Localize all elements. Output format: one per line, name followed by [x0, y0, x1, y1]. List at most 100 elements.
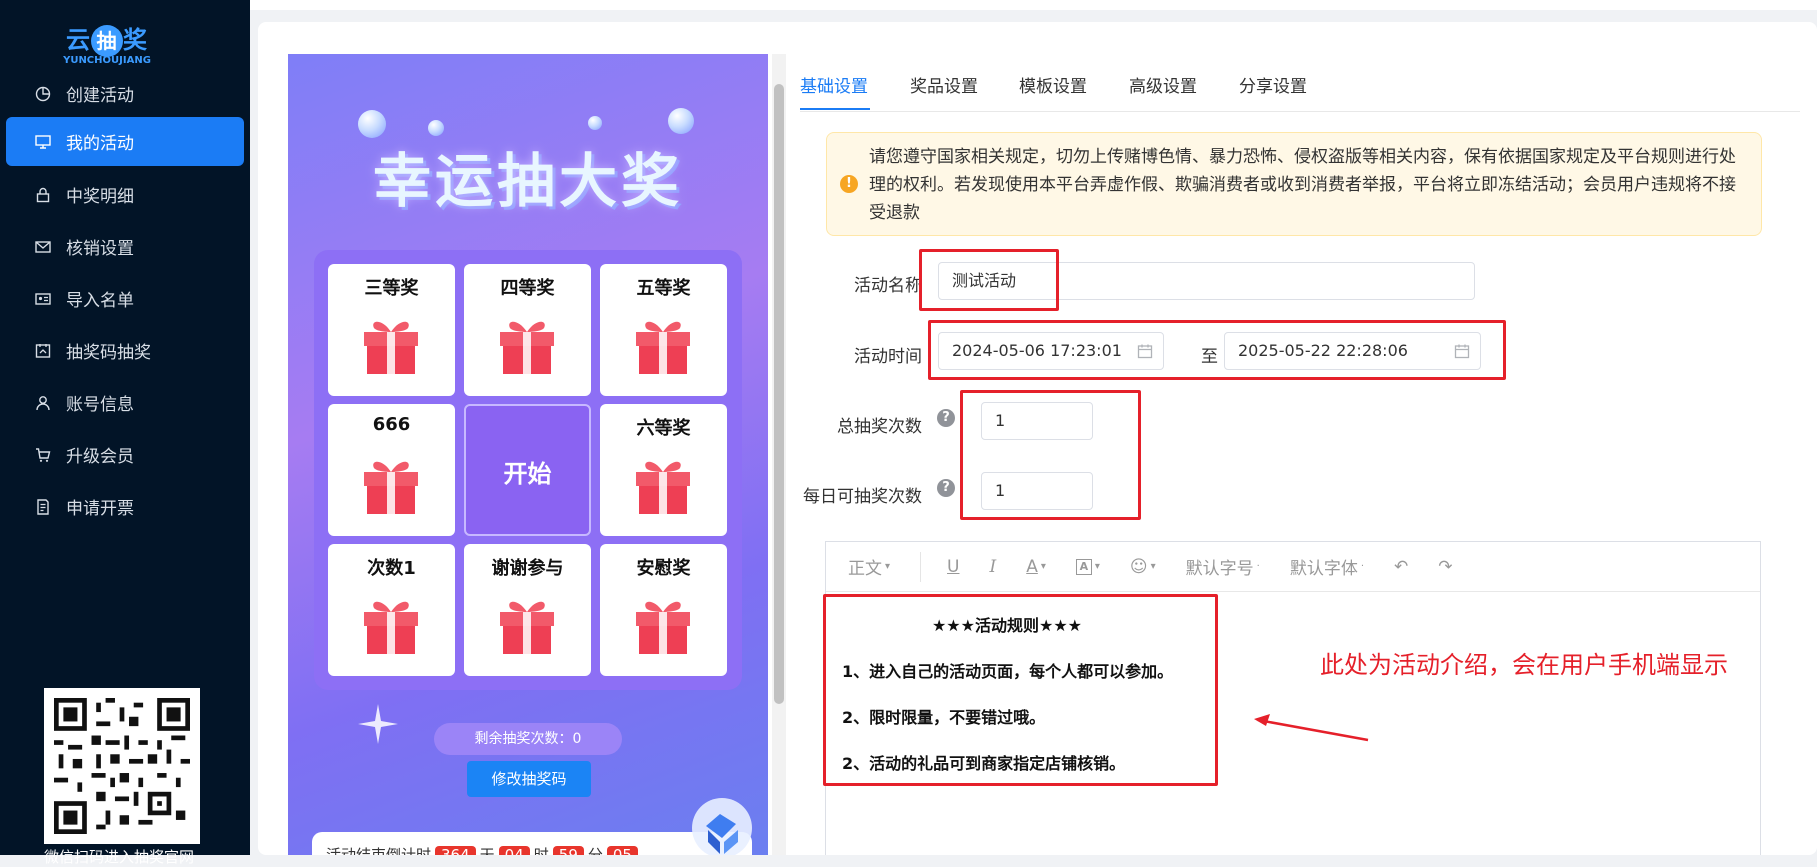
font-size-dropdown[interactable]: 默认字号 · — [1186, 554, 1260, 579]
qr-code — [44, 688, 200, 844]
highlight-box — [919, 249, 1059, 311]
emoji-icon: ☺ — [1129, 556, 1148, 577]
sidebar-item-winners[interactable]: 中奖明细 — [6, 170, 244, 219]
settings-tabs: 基础设置 奖品设置 模板设置 高级设置 分享设置 — [800, 68, 1800, 112]
tab-share[interactable]: 分享设置 — [1239, 72, 1307, 97]
font-color-button[interactable]: A ▾ — [1026, 557, 1046, 577]
font-color-icon: A — [1026, 556, 1038, 577]
annotation-text: 此处为活动介绍，会在用户手机端显示 — [1320, 651, 1728, 679]
qr-caption: 微信扫码进入抽奖官网 — [44, 848, 195, 866]
emoji-button[interactable]: ☺ ▾ — [1130, 557, 1156, 577]
gift-icon — [500, 321, 554, 374]
countdown-days: 364 — [435, 846, 476, 855]
help-icon[interactable]: ? — [937, 479, 955, 497]
preview-title: 幸运抽大奖 — [372, 147, 683, 215]
help-icon[interactable]: ? — [937, 409, 955, 427]
sidebar-item-label: 导入名单 — [66, 291, 134, 311]
countdown-seconds: 05 — [606, 846, 638, 855]
sidebar-item-account[interactable]: 账号信息 — [6, 378, 244, 427]
sidebar-item-code-draw[interactable]: 抽奖码抽奖 — [6, 326, 244, 375]
highlight-box — [928, 320, 1506, 380]
font-family-dropdown[interactable]: 默认字体 · — [1290, 554, 1364, 579]
active-tab-indicator — [800, 108, 870, 110]
notice-text: 请您遵守国家相关规定，切勿上传赌博色情、暴力恐怖、侵权盗版等相关内容，保有依据国… — [869, 147, 1736, 223]
chevron-down-icon: ▾ — [1040, 561, 1046, 572]
prize-name: 四等奖 — [500, 278, 555, 299]
highlight-box — [960, 390, 1141, 520]
preview-scrollbar[interactable] — [772, 54, 786, 855]
bubble-decoration — [668, 108, 694, 134]
sidebar-item-import[interactable]: 导入名单 — [6, 274, 244, 323]
underline-icon[interactable]: U — [947, 557, 959, 577]
top-bar — [250, 0, 1817, 10]
sidebar: 云抽奖 YUNCHOUJIANG 创建活动 我的活动 中奖明细 核销设置 导入名… — [0, 0, 250, 866]
ticket-icon — [34, 342, 52, 360]
gift-icon — [364, 321, 418, 374]
countdown-unit: 分 — [587, 846, 603, 855]
sidebar-item-label: 核销设置 — [66, 239, 134, 259]
editor-toolbar: 正文 ▾ U I A ▾ A ▾ ☺ ▾ 默认字号 · 默认字体 · ↶ ↷ — [826, 542, 1760, 592]
countdown-label: 活动结束倒计时 — [326, 846, 432, 855]
notice-alert: 请您遵守国家相关规定，切勿上传赌博色情、暴力恐怖、侵权盗版等相关内容，保有依据国… — [826, 132, 1762, 236]
bubble-decoration — [588, 116, 602, 130]
countdown-unit: 时 — [533, 846, 549, 855]
prize-cell: 次数1 — [328, 544, 455, 676]
id-card-icon — [34, 290, 52, 308]
gift-icon — [636, 461, 690, 514]
sidebar-item-label: 我的活动 — [66, 134, 134, 154]
sidebar-item-upgrade[interactable]: 升级会员 — [6, 430, 244, 479]
paragraph-label: 正文 — [848, 559, 882, 579]
monitor-icon — [34, 133, 52, 151]
prize-cell: 四等奖 — [464, 264, 591, 396]
sidebar-item-create[interactable]: 创建活动 — [6, 69, 244, 118]
tab-template[interactable]: 模板设置 — [1019, 72, 1087, 97]
sidebar-item-label: 升级会员 — [66, 447, 134, 467]
warning-icon: ! — [840, 175, 858, 193]
sidebar-item-label: 创建活动 — [66, 86, 134, 106]
start-button[interactable]: 开始 — [464, 404, 591, 536]
undo-icon[interactable]: ↶ — [1394, 557, 1408, 577]
sparkle-decoration — [358, 704, 398, 744]
prize-name: 安慰奖 — [636, 558, 691, 579]
gift-icon — [364, 461, 418, 514]
cart-icon — [34, 446, 52, 464]
logo-char: 抽 — [91, 25, 123, 57]
redo-icon[interactable]: ↷ — [1438, 557, 1452, 577]
prize-name: 五等奖 — [636, 278, 691, 299]
tab-prizes[interactable]: 奖品设置 — [910, 72, 978, 97]
invoice-icon — [34, 498, 52, 516]
prize-grid: 三等奖 四等奖 五等奖 666 开始 六等奖 次数1 谢谢参与 安慰奖 — [314, 250, 742, 690]
tab-basic[interactable]: 基础设置 — [800, 72, 868, 97]
activity-time-label: 活动时间 — [854, 347, 922, 367]
chart-pie-icon — [34, 85, 52, 103]
tab-advanced[interactable]: 高级设置 — [1129, 72, 1197, 97]
prize-name: 666 — [372, 414, 411, 435]
mail-icon — [34, 238, 52, 256]
logo-char: 云 — [66, 26, 91, 54]
countdown-unit: 天 — [479, 846, 495, 855]
prize-cell: 谢谢参与 — [464, 544, 591, 676]
background-color-button[interactable]: A ▾ — [1075, 558, 1100, 575]
prize-cell: 六等奖 — [600, 404, 727, 536]
daily-draws-label: 每日可抽奖次数 — [803, 487, 922, 507]
modify-code-button[interactable]: 修改抽奖码 — [467, 761, 591, 797]
logo[interactable]: 云抽奖 YUNCHOUJIANG — [62, 20, 152, 66]
chevron-down-icon: ▾ — [885, 561, 891, 572]
italic-icon[interactable]: I — [989, 557, 996, 577]
remaining-count: 剩余抽奖次数：0 — [434, 723, 622, 755]
total-draws-label: 总抽奖次数 — [837, 417, 922, 437]
sidebar-item-redeem[interactable]: 核销设置 — [6, 222, 244, 271]
prize-name: 三等奖 — [364, 278, 419, 299]
prize-name: 六等奖 — [636, 418, 691, 439]
sidebar-item-label: 申请开票 — [66, 499, 134, 519]
font-family-label: 默认字体 — [1289, 559, 1358, 579]
sidebar-item-my-activities[interactable]: 我的活动 — [6, 117, 244, 166]
qr-code-image — [54, 698, 190, 834]
paragraph-dropdown[interactable]: 正文 ▾ — [848, 554, 890, 579]
scrollbar-thumb[interactable] — [774, 84, 784, 704]
lock-icon — [34, 186, 52, 204]
chevron-down-icon: ▾ — [1150, 561, 1156, 572]
sidebar-item-invoice[interactable]: 申请开票 — [6, 482, 244, 531]
prize-name: 谢谢参与 — [491, 558, 564, 579]
prize-cell: 三等奖 — [328, 264, 455, 396]
